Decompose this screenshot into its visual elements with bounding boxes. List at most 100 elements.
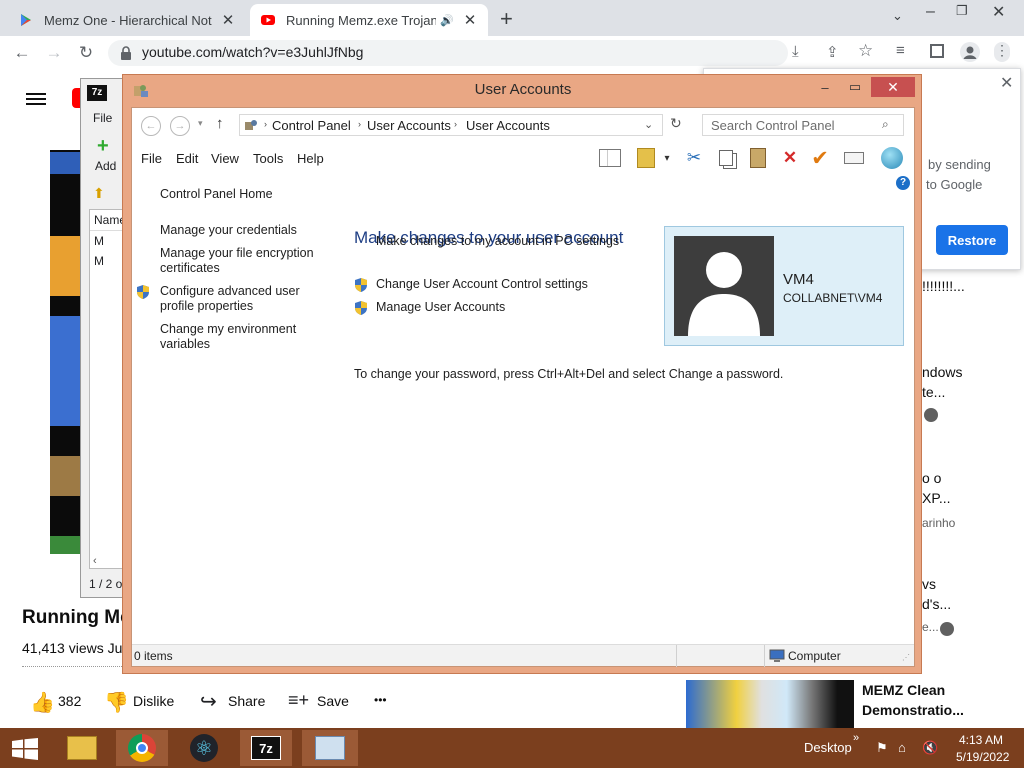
- address-dropdown-icon[interactable]: ⌄: [644, 118, 653, 131]
- bookmark-star-icon[interactable]: ☆: [858, 41, 873, 61]
- taskbar-7zip[interactable]: 7z: [240, 730, 292, 766]
- reload-icon[interactable]: ↻: [76, 43, 96, 63]
- rec-text[interactable]: o o: [922, 470, 941, 486]
- restore-window-icon[interactable]: ❐: [956, 3, 968, 19]
- rec-text[interactable]: XP...: [922, 490, 951, 506]
- clock-date[interactable]: 5/19/2022: [956, 750, 1009, 764]
- address-field[interactable]: › Control Panel › User Accounts › User A…: [239, 114, 663, 136]
- uac-settings-link[interactable]: Change User Account Control settings: [376, 277, 588, 292]
- share-icon[interactable]: ↪: [200, 689, 217, 714]
- control-panel-home-link[interactable]: Control Panel Home: [160, 187, 273, 202]
- menu-file[interactable]: File: [141, 151, 162, 166]
- back-icon[interactable]: ←: [12, 43, 32, 63]
- clock-time[interactable]: 4:13 AM: [959, 733, 1003, 747]
- network-icon[interactable]: ⌂: [898, 740, 906, 755]
- taskbar-chrome[interactable]: [116, 730, 168, 766]
- menu-tools[interactable]: Tools: [253, 151, 283, 166]
- resize-grip-icon[interactable]: ⋰: [902, 653, 910, 662]
- menu-view[interactable]: View: [211, 151, 239, 166]
- breadcrumb-user-accounts[interactable]: User Accounts: [367, 118, 451, 133]
- new-tab-button[interactable]: +: [500, 6, 513, 32]
- add-icon[interactable]: +: [97, 135, 109, 158]
- up-level-icon[interactable]: ↑: [216, 115, 224, 132]
- search-control-panel-input[interactable]: Search Control Panel: [702, 114, 904, 136]
- rec-title[interactable]: Demonstratio...: [862, 702, 964, 718]
- like-count[interactable]: 382: [58, 693, 81, 709]
- breadcrumb-control-panel[interactable]: Control Panel: [272, 118, 351, 133]
- install-icon[interactable]: ⤓: [792, 43, 799, 60]
- close-window-button[interactable]: ✕: [871, 77, 915, 97]
- volume-muted-icon[interactable]: 🔇: [922, 740, 938, 756]
- sevenzip-add-label[interactable]: Add: [95, 159, 116, 173]
- close-popup-icon[interactable]: ✕: [1000, 73, 1013, 93]
- menu-help[interactable]: Help: [297, 151, 324, 166]
- save-icon[interactable]: ≡+: [288, 690, 309, 711]
- dislike-button[interactable]: Dislike: [133, 693, 174, 709]
- minimize-icon[interactable]: –: [926, 3, 935, 21]
- like-icon[interactable]: 👍: [30, 690, 55, 715]
- forward-icon[interactable]: →: [170, 116, 190, 136]
- save-button[interactable]: Save: [317, 693, 349, 709]
- search-icon[interactable]: ⌕: [882, 117, 889, 132]
- file-encryption-link[interactable]: Manage your file encryption: [160, 246, 314, 261]
- tab-memz-one[interactable]: Memz One - Hierarchical Notepa ✕: [8, 4, 246, 36]
- organize-dropdown-icon[interactable]: ▾: [660, 146, 674, 170]
- recent-pages-icon[interactable]: ▾: [198, 118, 203, 129]
- dislike-icon[interactable]: 👎: [104, 690, 129, 715]
- copy-icon[interactable]: [714, 146, 738, 170]
- restore-button[interactable]: Restore: [936, 225, 1008, 255]
- scroll-left-icon[interactable]: ‹: [93, 555, 97, 567]
- toolbar-expand-icon[interactable]: »: [853, 732, 859, 744]
- media-control-icon[interactable]: ≡: [896, 42, 905, 59]
- taskbar-control-panel[interactable]: [302, 730, 358, 766]
- tab-youtube-video[interactable]: Running Memz.exe Trojan o 🔊 ✕: [250, 4, 488, 36]
- sevenzip-menu-file[interactable]: File: [93, 111, 112, 125]
- chrome-menu-icon[interactable]: ⋮: [994, 42, 1010, 62]
- close-window-icon[interactable]: ✕: [992, 2, 1005, 22]
- video-player[interactable]: [50, 150, 82, 554]
- paste-icon[interactable]: [746, 146, 770, 170]
- back-icon[interactable]: ←: [141, 116, 161, 136]
- breadcrumb-user-accounts-current[interactable]: User Accounts: [466, 118, 550, 133]
- advanced-profile-link[interactable]: profile properties: [160, 299, 253, 314]
- layout-pane-icon[interactable]: [598, 146, 622, 170]
- windows-start-icon[interactable]: [12, 738, 38, 760]
- menu-edit[interactable]: Edit: [176, 151, 198, 166]
- rec-text[interactable]: te...: [922, 384, 945, 400]
- user-accounts-window[interactable]: User Accounts – ▭ ✕ ← → ▾ ↑ › Control Pa…: [122, 74, 922, 674]
- rename-icon[interactable]: [842, 146, 866, 170]
- desktop-toolbar[interactable]: Desktop: [804, 740, 852, 755]
- forward-icon[interactable]: →: [44, 43, 64, 63]
- network-globe-icon[interactable]: [880, 146, 904, 170]
- rec-text[interactable]: d's...: [922, 596, 951, 612]
- side-panel-icon[interactable]: [930, 44, 944, 58]
- properties-check-icon[interactable]: ✔: [808, 146, 832, 170]
- url-text[interactable]: youtube.com/watch?v=e3JuhlJfNbg: [142, 44, 363, 60]
- rec-text[interactable]: !!!!!!!!...: [922, 278, 965, 294]
- action-center-flag-icon[interactable]: ⚑: [876, 740, 888, 756]
- tab-search-icon[interactable]: ⌄: [892, 8, 903, 24]
- close-tab-icon[interactable]: ✕: [220, 11, 236, 29]
- advanced-profile-link[interactable]: Configure advanced user: [160, 284, 300, 299]
- rec-text[interactable]: ndows: [922, 364, 962, 380]
- delete-icon[interactable]: ✕: [778, 146, 802, 170]
- help-icon[interactable]: ?: [896, 176, 910, 190]
- minimize-window-icon[interactable]: –: [811, 77, 839, 97]
- share-page-icon[interactable]: ⇪: [826, 43, 839, 61]
- speaker-icon[interactable]: 🔊: [440, 14, 454, 27]
- maximize-window-icon[interactable]: ▭: [841, 77, 869, 97]
- file-encryption-link[interactable]: certificates: [160, 261, 220, 276]
- rec-title[interactable]: MEMZ Clean: [862, 682, 945, 698]
- profile-avatar-icon[interactable]: [960, 42, 980, 62]
- close-tab-icon[interactable]: ✕: [462, 11, 478, 29]
- manage-credentials-link[interactable]: Manage your credentials: [160, 223, 297, 238]
- hamburger-menu-icon[interactable]: [26, 90, 46, 108]
- rec-text[interactable]: vs: [922, 576, 936, 592]
- pc-settings-link[interactable]: Make changes to my account in PC setting…: [376, 234, 619, 249]
- taskbar-file-explorer[interactable]: [56, 730, 108, 766]
- environment-variables-link[interactable]: Change my environment: [160, 322, 296, 337]
- rec-thumbnail[interactable]: [686, 680, 854, 730]
- refresh-icon[interactable]: ↻: [670, 115, 682, 132]
- taskbar-react-app[interactable]: ⚛: [178, 730, 230, 766]
- environment-variables-link[interactable]: variables: [160, 337, 210, 352]
